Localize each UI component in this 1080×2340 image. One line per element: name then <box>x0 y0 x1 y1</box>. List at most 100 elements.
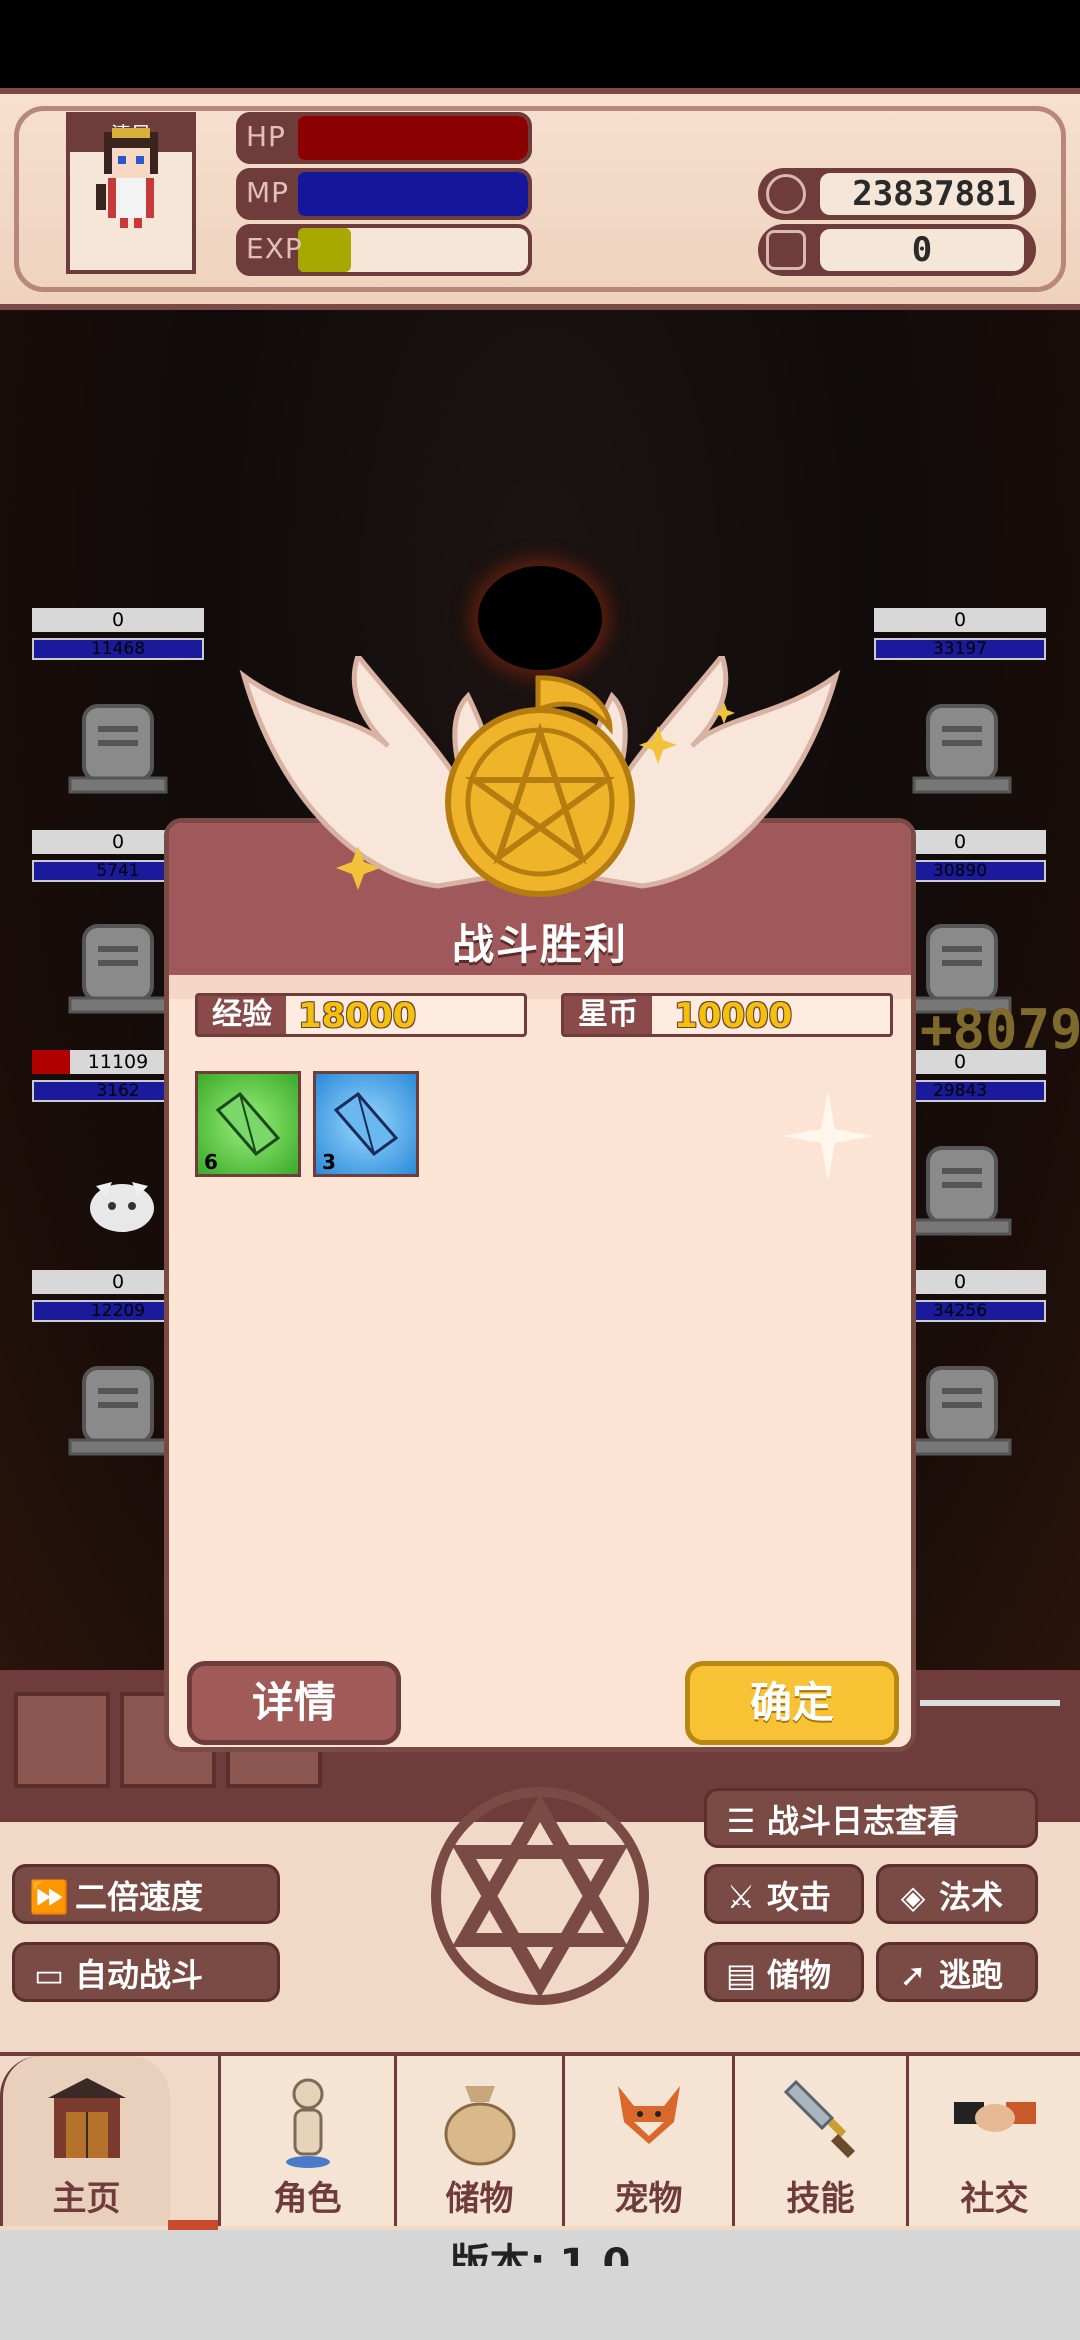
hp-bar: HP <box>236 112 532 164</box>
green-crystal-icon <box>215 1091 281 1157</box>
nav-home-label: 主页 <box>52 2179 121 2219</box>
battle-log-label: 战斗日志查看 <box>767 1802 960 1840</box>
victory-wings-emblem <box>239 656 841 897</box>
nav-social-label: 社交 <box>960 2179 1029 2219</box>
unit-hp-value: 0 <box>111 609 125 631</box>
exp-reward: 经验 18000 <box>195 993 527 1037</box>
attack-label: 攻击 <box>767 1878 832 1916</box>
double-speed-button[interactable]: ⏩ 二倍速度 <box>12 1864 280 1924</box>
tombstone-icon <box>68 704 168 794</box>
bag-icon <box>444 2086 515 2166</box>
magic-label: 法术 <box>939 1878 1004 1916</box>
nav-home[interactable]: 主页 <box>0 2056 170 2226</box>
list-icon: ☰ <box>726 1802 756 1840</box>
character-icon <box>285 2078 330 2168</box>
mp-bar: MP <box>236 168 532 220</box>
exp-fill <box>298 228 351 272</box>
auto-battle-button[interactable]: ▭ 自动战斗 <box>12 1942 280 2002</box>
avatar-icon <box>96 128 158 228</box>
status-bar <box>0 0 1080 88</box>
speed-slider[interactable] <box>920 1700 1060 1706</box>
hp-fill <box>298 116 528 160</box>
sword-icon <box>783 2079 855 2159</box>
attack-button[interactable]: ⚔ 攻击 <box>704 1864 864 1924</box>
details-button[interactable]: 详情 <box>187 1661 401 1745</box>
inventory-label: 储物 <box>767 1956 832 1994</box>
floating-damage-text: +8079 <box>920 998 1080 1061</box>
unit-hp-bar: 0 <box>32 608 204 632</box>
fast-forward-icon: ⏩ <box>29 1878 69 1916</box>
item-count: 3 <box>322 1150 336 1174</box>
tombstone-icon <box>912 1366 1012 1456</box>
unit-hp-value: 0 <box>953 1271 967 1293</box>
exp-label: EXP <box>246 232 303 265</box>
sparkle-icon <box>783 1091 873 1181</box>
gem-icon <box>766 230 806 270</box>
unit-hp-bar: 0 <box>874 608 1046 632</box>
right-unit-status: 0 33197 <box>874 608 1046 660</box>
double-speed-label: 二倍速度 <box>75 1878 204 1916</box>
unit-hp-value: 0 <box>111 831 125 853</box>
gate-icon <box>47 2078 126 2158</box>
nav-pet-label: 宠物 <box>614 2179 683 2219</box>
unit-hp-fill <box>32 1050 70 1074</box>
nav-storage[interactable]: 储物 <box>394 2056 562 2226</box>
nav-character-label: 角色 <box>273 2179 342 2219</box>
escape-label: 逃跑 <box>939 1956 1004 1994</box>
skill-slot[interactable] <box>14 1692 110 1788</box>
nav-pet[interactable]: 宠物 <box>562 2056 732 2226</box>
exp-reward-value: 18000 <box>298 996 417 1036</box>
coin-icon <box>766 174 806 214</box>
version-text: 版本: 1.0 <box>449 2241 631 2266</box>
nav-social[interactable]: 社交 <box>906 2056 1080 2226</box>
item-count: 6 <box>204 1150 218 1174</box>
gem-counter: 0 <box>758 224 1036 276</box>
handshake-icon <box>953 2102 1036 2132</box>
inventory-button[interactable]: ▤ 储物 <box>704 1942 864 2002</box>
tombstone-icon <box>912 704 1012 794</box>
confirm-button[interactable]: 确定 <box>685 1661 899 1745</box>
reward-item[interactable]: 3 <box>313 1071 419 1177</box>
gold-counter: 23837881 <box>758 168 1036 220</box>
mp-fill <box>298 172 528 216</box>
exp-bar: EXP <box>236 224 532 276</box>
unit-mp-value: 11468 <box>32 638 204 660</box>
coin-reward-label: 星币 <box>564 996 652 1034</box>
tombstone-icon <box>68 1366 168 1456</box>
black-hole-effect <box>478 566 602 670</box>
nav-storage-label: 储物 <box>445 2179 514 2219</box>
magic-button[interactable]: ◈ 法术 <box>876 1864 1038 1924</box>
nav-indicator <box>168 2220 218 2230</box>
tombstone-icon <box>68 924 168 1014</box>
gold-value: 23837881 <box>820 173 1024 215</box>
hp-label: HP <box>246 120 286 153</box>
monitor-icon: ▭ <box>33 1956 65 1994</box>
gem-value: 0 <box>820 229 1024 271</box>
reward-item[interactable]: 6 <box>195 1071 301 1177</box>
run-icon: ➚ <box>899 1956 927 1994</box>
unit-hp-value: 0 <box>111 1271 125 1293</box>
pet-creature-icon[interactable] <box>82 1160 162 1240</box>
unit-hp-value: 0 <box>953 831 967 853</box>
left-unit-status: 0 11468 <box>32 608 204 660</box>
nav-skills[interactable]: 技能 <box>732 2056 906 2226</box>
coin-reward: 星币 10000 <box>561 993 893 1037</box>
mp-label: MP <box>246 176 290 209</box>
exp-reward-label: 经验 <box>198 996 286 1034</box>
sword-icon: ⚔ <box>726 1878 756 1916</box>
box-icon: ▤ <box>725 1956 757 1994</box>
nav-skills-label: 技能 <box>786 2179 855 2219</box>
coin-reward-value: 10000 <box>674 996 793 1036</box>
nav-character[interactable]: 角色 <box>218 2056 394 2226</box>
auto-battle-label: 自动战斗 <box>75 1956 204 1994</box>
battle-log-button[interactable]: ☰ 战斗日志查看 <box>704 1788 1038 1848</box>
fox-icon <box>617 2086 680 2144</box>
escape-button[interactable]: ➚ 逃跑 <box>876 1942 1038 2002</box>
diamond-icon: ◈ <box>900 1878 926 1916</box>
unit-mp-value: 33197 <box>874 638 1046 660</box>
tombstone-icon <box>912 1146 1012 1236</box>
player-avatar[interactable]: 清风 <box>66 112 196 274</box>
blue-crystal-icon <box>333 1091 399 1157</box>
unit-hp-value: 11109 <box>87 1051 149 1073</box>
star-emblem-icon <box>431 1787 649 2005</box>
